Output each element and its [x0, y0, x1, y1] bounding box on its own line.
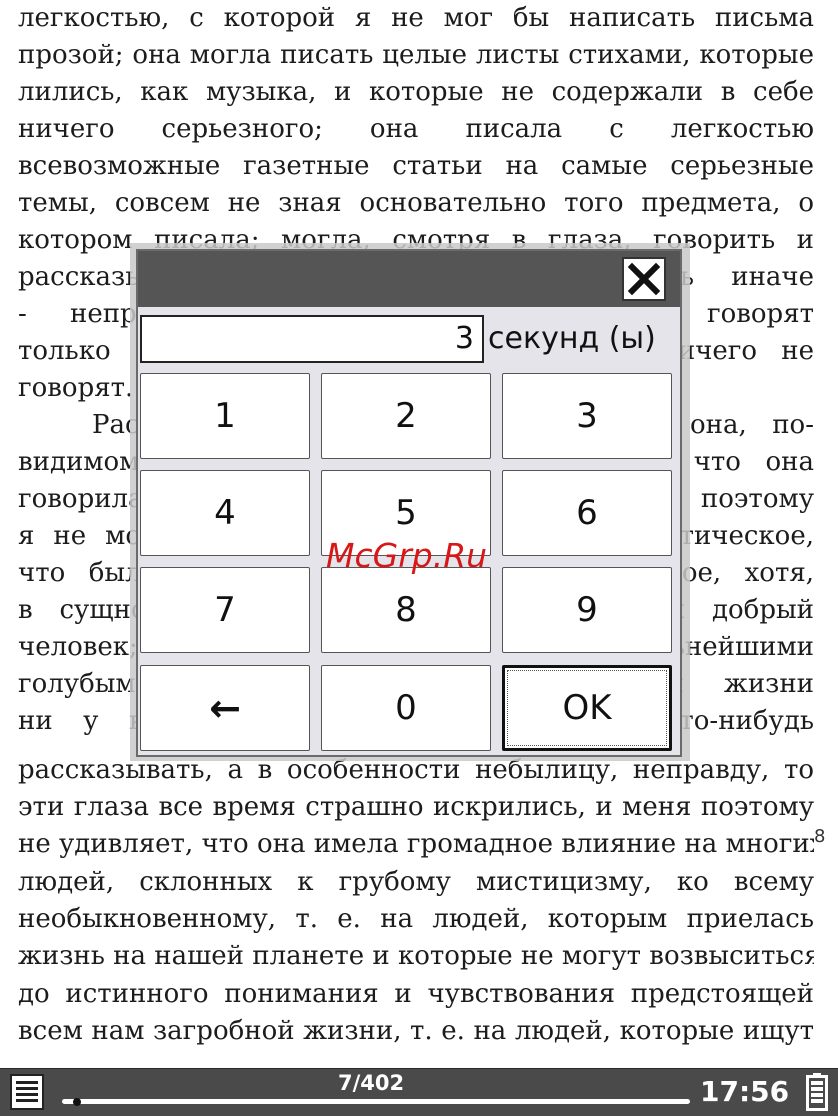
text-line: до истинного понимания и чувствования пр…	[18, 979, 814, 1009]
backspace-key[interactable]: ←	[140, 665, 310, 751]
text-line: лились, как музыка, и которые не содержа…	[18, 77, 814, 107]
text-line: необыкновенному, т. е. на людей, которым…	[18, 904, 814, 934]
timer-value-input[interactable]: 3	[140, 315, 484, 363]
close-icon[interactable]	[622, 257, 666, 301]
reading-progress-knob[interactable]	[72, 1098, 81, 1106]
status-bar: 7/402 17:56	[0, 1068, 838, 1116]
key-8[interactable]: 8	[321, 567, 491, 653]
text-line: темы, совсем не зная основательно того п…	[18, 188, 814, 218]
text-line: эти глаза все время страшно искрились, и…	[18, 792, 814, 822]
dialog-titlebar	[138, 251, 680, 307]
ok-button[interactable]: OK	[502, 665, 672, 751]
battery-icon	[806, 1073, 828, 1111]
text-line: ничего серьезного; она писала с легкость…	[18, 114, 814, 144]
text-line: прозой; она могла писать целые листы сти…	[18, 40, 814, 70]
text-line: всем нам загробной жизни, т. е. на людей…	[18, 1016, 814, 1046]
text-line: людей, склонных к грубому мистицизму, ко…	[18, 867, 814, 897]
watermark: McGrp.Ru	[326, 536, 488, 575]
key-4[interactable]: 4	[140, 470, 310, 556]
key-1[interactable]: 1	[140, 373, 310, 459]
timer-unit-label: секунд (ы)	[488, 321, 656, 356]
key-3[interactable]: 3	[502, 373, 672, 459]
text-line: легкостью, с которой я не мог бы написат…	[18, 3, 814, 33]
reading-progress-track[interactable]	[62, 1099, 690, 1104]
text-line: не удивляет, что она имела громадное вли…	[18, 829, 814, 859]
key-2[interactable]: 2	[321, 373, 491, 459]
page-number[interactable]: 7/402	[338, 1071, 404, 1095]
footnote-marker[interactable]: 8	[814, 826, 825, 847]
key-9[interactable]: 9	[502, 567, 672, 653]
key-0[interactable]: 0	[321, 665, 491, 751]
key-7[interactable]: 7	[140, 567, 310, 653]
key-6[interactable]: 6	[502, 470, 672, 556]
text-line: всевозможные газетные статьи на самые се…	[18, 151, 814, 181]
book-menu-icon[interactable]	[10, 1074, 44, 1110]
clock: 17:56	[700, 1075, 790, 1108]
text-line: жизнь на нашей планете и которые не могу…	[18, 941, 814, 971]
timer-keypad-dialog: 3 секунд (ы) 1 2 3 4 5 6 7 8 9 ← 0 OK	[136, 249, 682, 757]
